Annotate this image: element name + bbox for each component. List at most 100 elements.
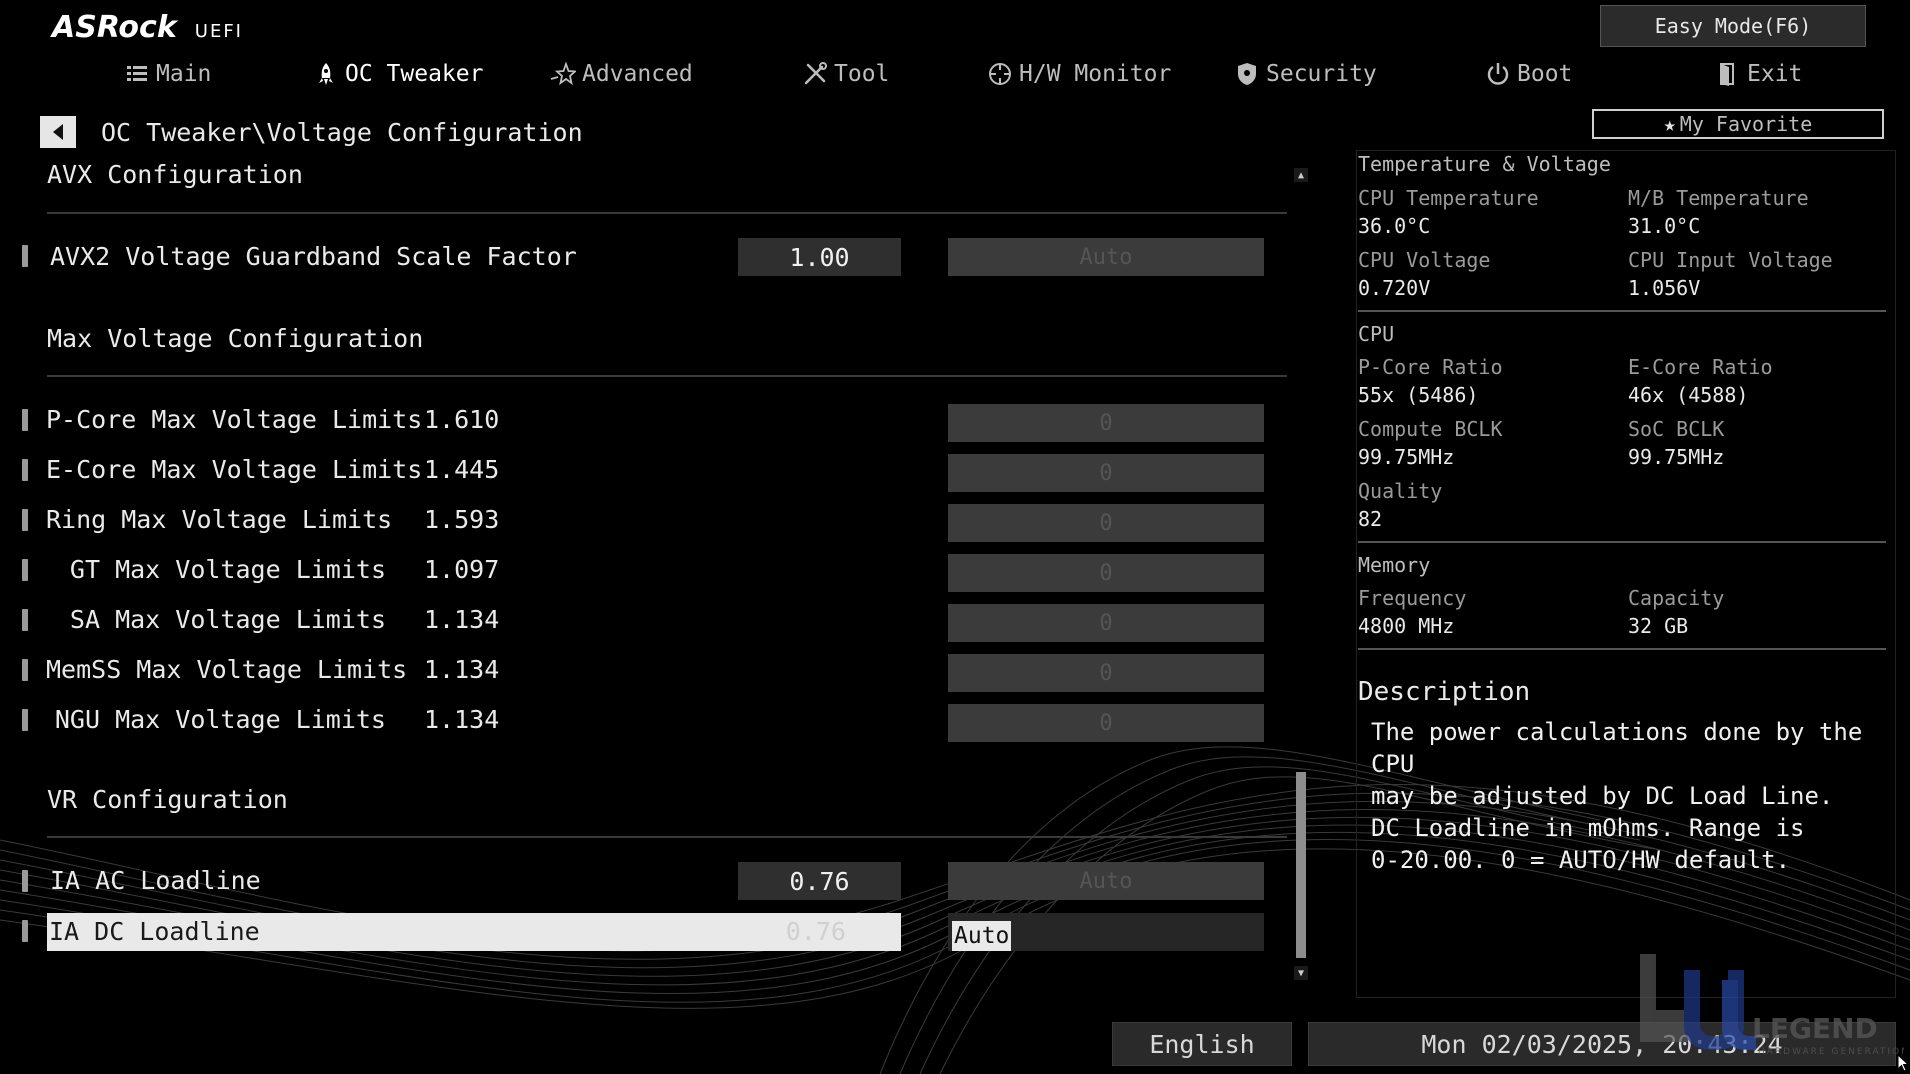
back-button[interactable] bbox=[40, 116, 76, 148]
ring-max-voltage-label[interactable]: Ring Max Voltage Limits bbox=[46, 505, 392, 534]
scrollbar-thumb[interactable] bbox=[1296, 772, 1306, 958]
tab-main-label: Main bbox=[156, 61, 212, 87]
ia-dc-loadline-input[interactable]: Auto bbox=[952, 921, 1012, 951]
ngu-max-voltage-value: 1.134 bbox=[424, 705, 500, 734]
scrollbar[interactable]: ▲ ▼ bbox=[1294, 168, 1308, 980]
power-icon bbox=[1485, 61, 1511, 87]
memory-title: Memory bbox=[1358, 553, 1431, 577]
ia-ac-loadline-input[interactable]: Auto bbox=[948, 862, 1264, 900]
ring-max-voltage-value: 1.593 bbox=[424, 505, 500, 534]
cpu-voltage-label: CPU Voltage bbox=[1358, 248, 1491, 272]
row-marker bbox=[22, 609, 28, 631]
cpu-title: CPU bbox=[1358, 322, 1395, 346]
compute-bclk-label: Compute BCLK bbox=[1358, 417, 1503, 441]
pcore-max-voltage-input[interactable]: 0 bbox=[948, 404, 1264, 442]
tools-icon bbox=[802, 61, 828, 87]
row-marker bbox=[22, 659, 28, 681]
tab-advanced[interactable]: Advanced bbox=[550, 56, 693, 92]
pcore-max-voltage-label[interactable]: P-Core Max Voltage Limits bbox=[46, 405, 422, 434]
soc-bclk-label: SoC BCLK bbox=[1628, 417, 1725, 441]
tab-tool[interactable]: Tool bbox=[802, 56, 889, 92]
sa-max-voltage-value: 1.134 bbox=[424, 605, 500, 634]
mb-temp-label: M/B Temperature bbox=[1628, 186, 1809, 210]
list-icon bbox=[124, 61, 150, 87]
divider bbox=[47, 375, 1287, 377]
gt-max-voltage-input[interactable]: 0 bbox=[948, 554, 1264, 592]
tab-main[interactable]: Main bbox=[124, 56, 211, 92]
row-marker bbox=[22, 870, 28, 892]
sa-max-voltage-label[interactable]: SA Max Voltage Limits bbox=[46, 605, 386, 634]
tab-boot[interactable]: Boot bbox=[1485, 56, 1572, 92]
tab-hw-monitor[interactable]: H/W Monitor bbox=[987, 56, 1171, 92]
back-arrow-icon bbox=[53, 124, 63, 140]
scroll-up-arrow-icon[interactable]: ▲ bbox=[1294, 168, 1308, 182]
capacity-label: Capacity bbox=[1628, 586, 1725, 610]
section-vr-configuration: VR Configuration bbox=[47, 785, 288, 814]
brand-logo-text: ASRock bbox=[52, 10, 177, 45]
ia-dc-loadline-label: IA DC Loadline bbox=[49, 917, 260, 946]
cpu-temp-label: CPU Temperature bbox=[1358, 186, 1539, 210]
temp-voltage-title: Temperature & Voltage bbox=[1358, 152, 1611, 176]
crosshair-icon bbox=[987, 61, 1013, 87]
tab-hw-monitor-label: H/W Monitor bbox=[1019, 61, 1172, 87]
avx2-guardband-label[interactable]: AVX2 Voltage Guardband Scale Factor bbox=[50, 242, 577, 271]
scroll-down-arrow-icon[interactable]: ▼ bbox=[1294, 966, 1308, 980]
ecore-max-voltage-value: 1.445 bbox=[424, 455, 500, 484]
avx2-guardband-value: 1.00 bbox=[738, 238, 901, 276]
star-icon bbox=[550, 61, 576, 87]
soc-bclk-value: 99.75MHz bbox=[1628, 445, 1725, 469]
row-marker bbox=[22, 509, 28, 531]
ia-dc-loadline-value: 0.76 bbox=[785, 917, 846, 946]
watermark-text: LEGEND bbox=[1752, 1012, 1878, 1045]
exit-door-icon bbox=[1715, 61, 1741, 87]
ecore-max-voltage-input[interactable]: 0 bbox=[948, 454, 1264, 492]
row-marker bbox=[22, 709, 28, 731]
divider bbox=[47, 212, 1287, 214]
watermark-subtext: HARDWARE GENERATION bbox=[1758, 1047, 1904, 1057]
tab-exit-label: Exit bbox=[1747, 61, 1803, 87]
capacity-value: 32 GB bbox=[1628, 614, 1689, 638]
tab-exit[interactable]: Exit bbox=[1715, 56, 1802, 92]
ngu-max-voltage-label[interactable]: NGU Max Voltage Limits bbox=[46, 705, 386, 734]
memss-max-voltage-value: 1.134 bbox=[424, 655, 500, 684]
asrock-logo: ASRock UEFI bbox=[52, 10, 243, 50]
my-favorite-label: My Favorite bbox=[1679, 112, 1813, 136]
ecore-ratio-label: E-Core Ratio bbox=[1628, 355, 1773, 379]
star-icon: ★ bbox=[1663, 112, 1676, 136]
avx2-guardband-input[interactable]: Auto bbox=[948, 238, 1264, 276]
my-favorite-button[interactable]: ★ My Favorite bbox=[1592, 109, 1884, 139]
legend-watermark-logo: LEGEND HARDWARE GENERATION bbox=[1640, 954, 1904, 1057]
mb-temp-value: 31.0°C bbox=[1628, 214, 1701, 238]
cpu-voltage-value: 0.720V bbox=[1358, 276, 1431, 300]
description-text: The power calculations done by the CPU m… bbox=[1371, 718, 1863, 874]
easy-mode-button[interactable]: Easy Mode(F6) bbox=[1600, 5, 1866, 47]
tab-security-label: Security bbox=[1266, 61, 1377, 87]
tab-security[interactable]: Security bbox=[1234, 56, 1377, 92]
memss-max-voltage-input[interactable]: 0 bbox=[948, 654, 1264, 692]
uefi-label: UEFI bbox=[194, 21, 243, 42]
ia-dc-loadline-row-selected[interactable]: IA DC Loadline 0.76 bbox=[47, 913, 901, 951]
rocket-icon bbox=[313, 61, 339, 87]
frequency-value: 4800 MHz bbox=[1358, 614, 1455, 638]
tab-oc-tweaker[interactable]: OC Tweaker bbox=[313, 56, 483, 92]
frequency-label: Frequency bbox=[1358, 586, 1467, 610]
mouse-cursor-icon bbox=[1897, 1054, 1909, 1072]
language-selector[interactable]: English bbox=[1112, 1022, 1292, 1066]
compute-bclk-value: 99.75MHz bbox=[1358, 445, 1455, 469]
row-marker bbox=[22, 409, 28, 431]
ia-ac-loadline-label[interactable]: IA AC Loadline bbox=[50, 866, 261, 895]
ecore-max-voltage-label[interactable]: E-Core Max Voltage Limits bbox=[46, 455, 422, 484]
pcore-ratio-value: 55x (5486) bbox=[1358, 383, 1479, 407]
ngu-max-voltage-input[interactable]: 0 bbox=[948, 704, 1264, 742]
cpu-input-voltage-label: CPU Input Voltage bbox=[1628, 248, 1833, 272]
quality-label: Quality bbox=[1358, 479, 1443, 503]
row-marker bbox=[22, 459, 28, 481]
cpu-temp-value: 36.0°C bbox=[1358, 214, 1431, 238]
gt-max-voltage-label[interactable]: GT Max Voltage Limits bbox=[46, 555, 386, 584]
section-max-voltage-configuration: Max Voltage Configuration bbox=[47, 324, 424, 353]
ring-max-voltage-input[interactable]: 0 bbox=[948, 504, 1264, 542]
sa-max-voltage-input[interactable]: 0 bbox=[948, 604, 1264, 642]
tab-boot-label: Boot bbox=[1517, 61, 1573, 87]
memss-max-voltage-label[interactable]: MemSS Max Voltage Limits bbox=[46, 655, 407, 684]
ecore-ratio-value: 46x (4588) bbox=[1628, 383, 1749, 407]
